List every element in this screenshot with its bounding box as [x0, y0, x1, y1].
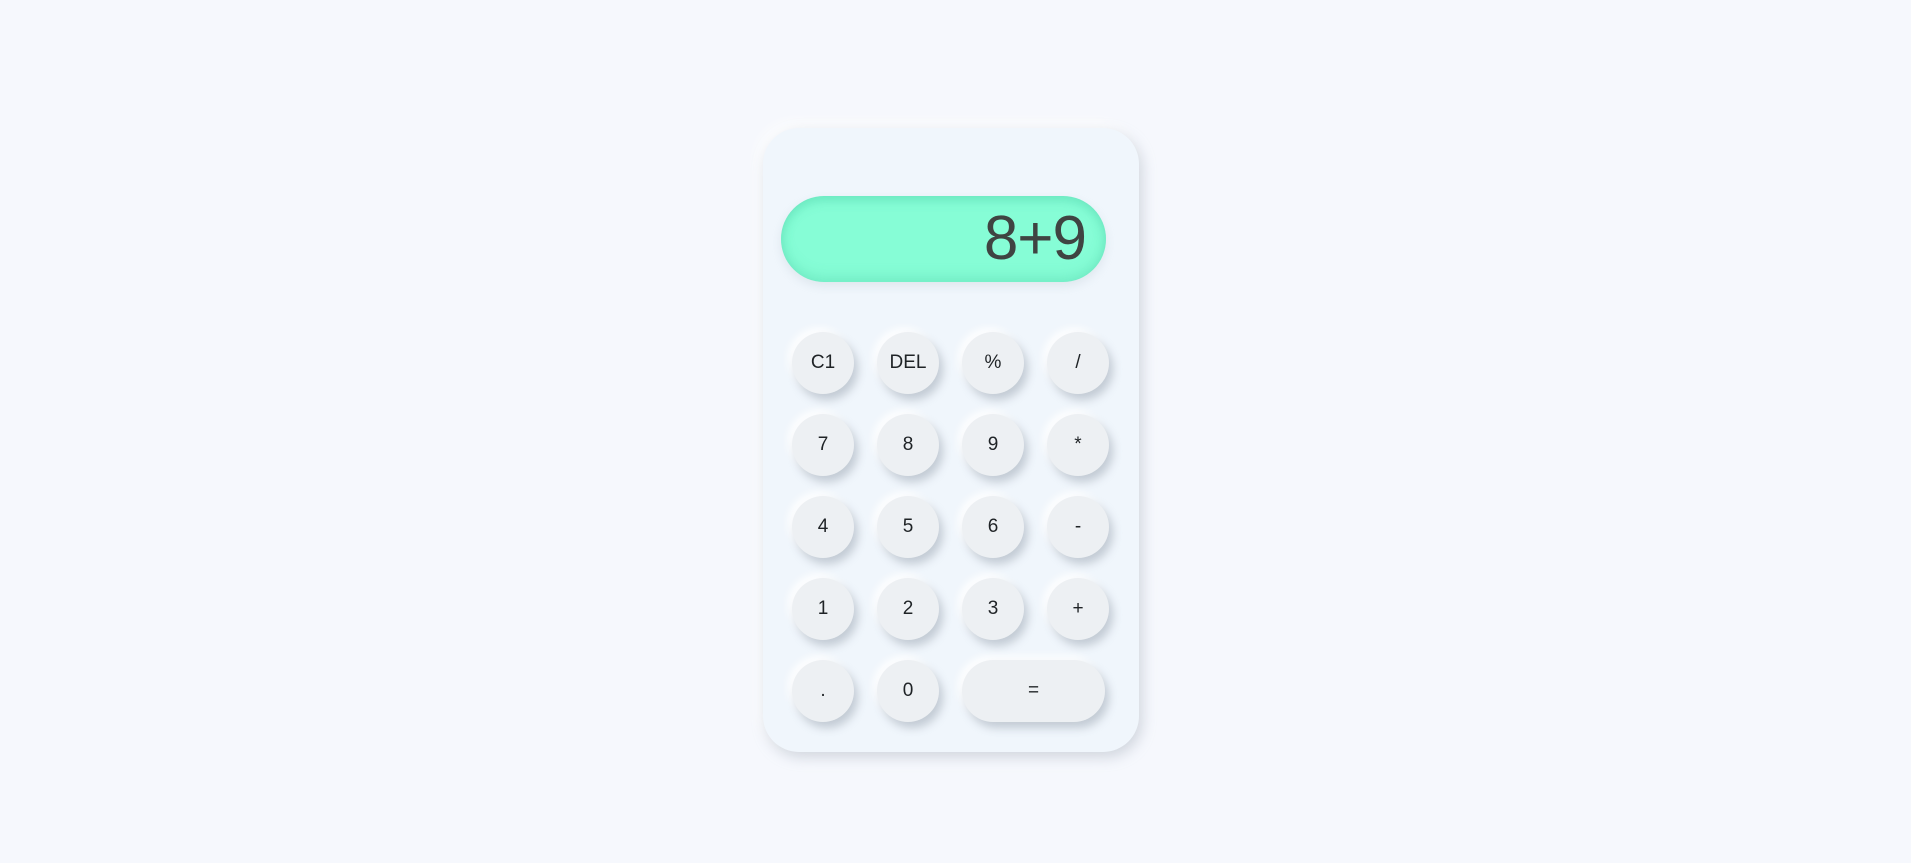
percent-button[interactable]: %	[962, 332, 1024, 394]
digit-1-button[interactable]: 1	[792, 578, 854, 640]
decimal-button[interactable]: .	[792, 660, 854, 722]
digit-4-button[interactable]: 4	[792, 496, 854, 558]
keypad: C1 DEL % / 7 8 9 * 4 5 6 - 1 2 3 + . 0 =	[792, 332, 1110, 722]
divide-button[interactable]: /	[1047, 332, 1109, 394]
delete-button[interactable]: DEL	[877, 332, 939, 394]
calculator-display: 8+9	[781, 196, 1106, 282]
digit-3-button[interactable]: 3	[962, 578, 1024, 640]
multiply-button[interactable]: *	[1047, 414, 1109, 476]
display-expression: 8+9	[983, 204, 1087, 273]
digit-9-button[interactable]: 9	[962, 414, 1024, 476]
subtract-button[interactable]: -	[1047, 496, 1109, 558]
digit-8-button[interactable]: 8	[877, 414, 939, 476]
digit-6-button[interactable]: 6	[962, 496, 1024, 558]
digit-2-button[interactable]: 2	[877, 578, 939, 640]
digit-5-button[interactable]: 5	[877, 496, 939, 558]
equals-button[interactable]: =	[962, 660, 1105, 722]
digit-0-button[interactable]: 0	[877, 660, 939, 722]
calculator-panel: 8+9 C1 DEL % / 7 8 9 * 4 5 6 - 1 2 3 + .…	[763, 128, 1139, 752]
digit-7-button[interactable]: 7	[792, 414, 854, 476]
clear-button[interactable]: C1	[792, 332, 854, 394]
add-button[interactable]: +	[1047, 578, 1109, 640]
